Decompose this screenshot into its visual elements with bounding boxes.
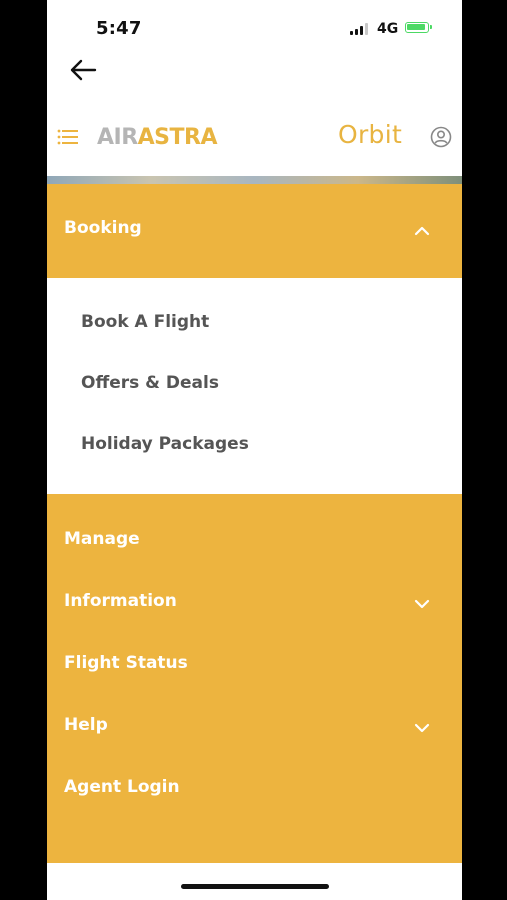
submenu-item-holiday-packages[interactable]: Holiday Packages: [81, 434, 249, 454]
menu-item-booking[interactable]: Booking: [47, 184, 462, 278]
menu-item-manage[interactable]: Manage: [64, 529, 140, 549]
menu-item-agent-login[interactable]: Agent Login: [64, 777, 180, 797]
menu-item-information[interactable]: Information: [64, 591, 177, 611]
phone-screen: 5:47 4G AIRASTRA Orbit Booking Book A Fl…: [47, 0, 462, 900]
back-arrow-icon: [70, 59, 97, 81]
battery-charging-icon: [405, 22, 432, 33]
cellular-signal-icon: [350, 23, 370, 35]
main-menu: Manage Information Flight Status Help Ag…: [47, 494, 462, 863]
app-header: AIRASTRA Orbit: [47, 110, 462, 166]
chevron-down-icon[interactable]: [414, 723, 430, 733]
home-indicator[interactable]: [181, 884, 329, 889]
network-type: 4G: [377, 21, 399, 37]
chevron-up-icon: [414, 226, 430, 236]
hero-banner-strip: [47, 176, 462, 184]
chevron-down-icon[interactable]: [414, 599, 430, 609]
submenu-item-offers-deals[interactable]: Offers & Deals: [81, 373, 219, 393]
user-profile-icon[interactable]: [430, 126, 452, 148]
status-time: 5:47: [96, 18, 142, 39]
hamburger-menu-icon[interactable]: [57, 127, 79, 147]
booking-submenu: Book A Flight Offers & Deals Holiday Pac…: [47, 278, 462, 494]
menu-item-help[interactable]: Help: [64, 715, 108, 735]
menu-item-label: Booking: [64, 218, 142, 238]
back-button[interactable]: [67, 56, 99, 84]
status-bar: 5:47 4G: [47, 0, 462, 50]
airastra-logo[interactable]: AIRASTRA: [97, 125, 218, 150]
submenu-item-book-a-flight[interactable]: Book A Flight: [81, 312, 209, 332]
menu-item-flight-status[interactable]: Flight Status: [64, 653, 188, 673]
orbit-logo[interactable]: Orbit: [338, 120, 402, 149]
